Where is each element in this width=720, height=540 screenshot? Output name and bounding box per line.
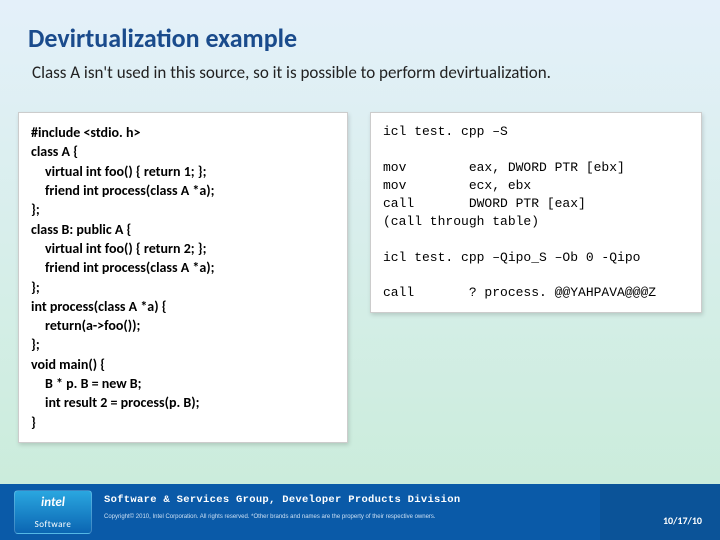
assembly-output-box: icl test. cpp –S mov eax, DWORD PTR [ebx… [370,112,702,313]
footer-bar: intel Software Software & Services Group… [0,484,720,540]
code-line: #include <stdio. h> [31,123,335,142]
code-line: friend int process(class A *a); [31,181,335,200]
code-line: virtual int foo() { return 1; }; [31,162,335,181]
footer-accent [600,484,720,540]
logo-text-bottom: Software [15,519,91,530]
source-code-box: #include <stdio. h> class A { virtual in… [18,112,348,443]
footer-division: Software & Services Group, Developer Pro… [104,494,460,506]
code-line: int process(class A *a) { [31,297,335,316]
code-line: }; [31,335,335,354]
slide: Devirtualization example Class A isn't u… [0,0,720,540]
code-line: void main() { [31,355,335,374]
code-line: } [31,413,335,432]
code-line: int result 2 = process(p. B); [31,393,335,412]
code-line: }; [31,200,335,219]
code-line: return(a->foo()); [31,316,335,335]
slide-title: Devirtualization example [28,22,297,54]
code-line: }; [31,278,335,297]
code-line: friend int process(class A *a); [31,258,335,277]
code-line: class A { [31,142,335,161]
intel-software-logo: intel Software [14,490,92,534]
code-line: class B: public A { [31,220,335,239]
footer-date: 10/17/10 [663,514,702,527]
logo-text-top: intel [15,495,91,510]
code-line: B * p. B = new B; [31,374,335,393]
code-line: virtual int foo() { return 2; }; [31,239,335,258]
footer-copyright: Copyright© 2010, Intel Corporation. All … [104,514,436,520]
slide-subtitle: Class A isn't used in this source, so it… [32,62,692,83]
